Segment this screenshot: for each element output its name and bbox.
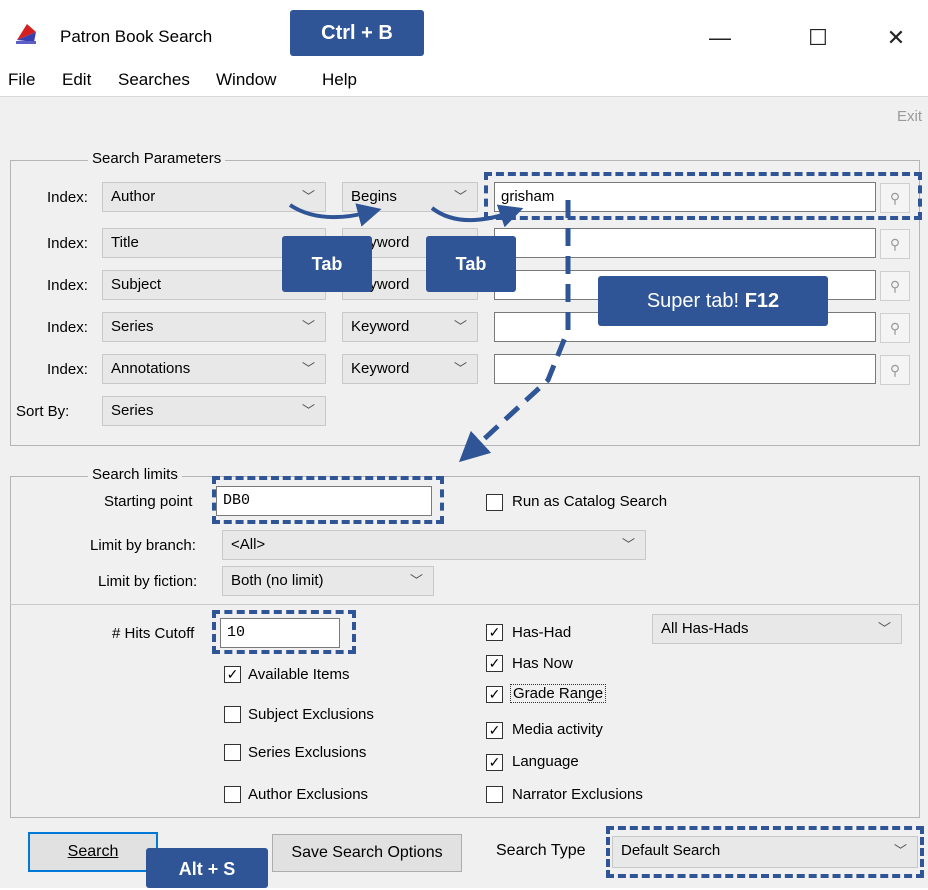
super-tab-callout: Super tab! F12 [598, 276, 828, 326]
tab-callout-1: Tab [282, 236, 372, 292]
super-tab-text: Super tab! [646, 290, 740, 312]
alt-s-callout: Alt + S [146, 848, 268, 888]
tab-callout-2: Tab [426, 236, 516, 292]
tab-arrow-1 [288, 203, 382, 227]
super-tab-key: F12 [744, 290, 780, 312]
tab-arrow-2 [430, 204, 524, 228]
arrows-overlay [288, 200, 571, 463]
